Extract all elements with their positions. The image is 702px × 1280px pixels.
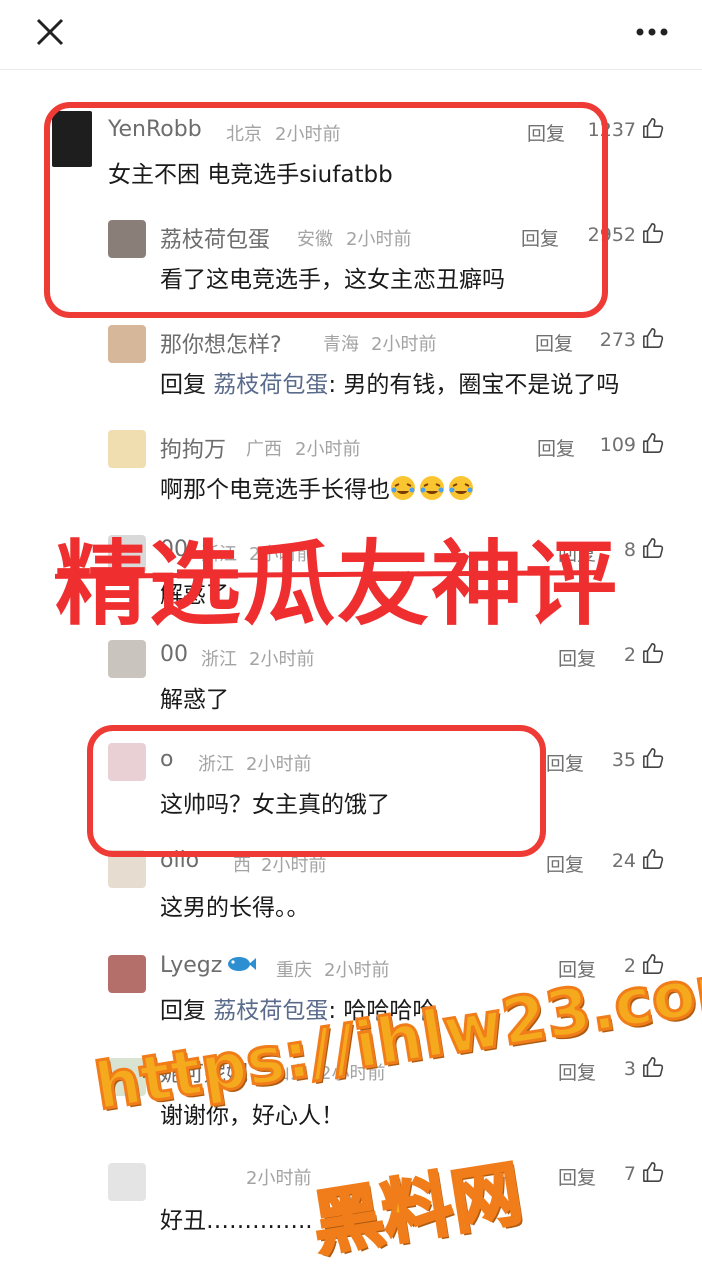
avatar[interactable] xyxy=(108,743,146,781)
comment-body: 啊那个电竞选手长得也 xyxy=(160,477,390,503)
comment-text: 女主不困 电竞选手siufatbb xyxy=(108,162,393,188)
like-count: 3 xyxy=(623,1058,636,1080)
thumbs-up-icon[interactable] xyxy=(642,848,664,870)
thumbs-up-icon[interactable] xyxy=(642,117,664,139)
thumbs-up-icon[interactable] xyxy=(642,432,664,454)
thumbs-up-icon[interactable] xyxy=(642,642,664,664)
reply-item: 拘拘万 广西 2小时前 回复 109 啊那个电竞选手长得也 xyxy=(0,420,702,520)
like-count: 109 xyxy=(599,434,636,456)
comment-location: 浙江 xyxy=(198,754,234,775)
comment-text: 好丑………….. xyxy=(160,1208,313,1234)
thumbs-up-icon[interactable] xyxy=(642,327,664,349)
comment-time: 2小时前 xyxy=(246,1168,312,1189)
reply-button[interactable]: 回复 xyxy=(521,224,559,251)
like-count: 1237 xyxy=(587,119,636,141)
avatar[interactable] xyxy=(108,1163,146,1201)
comment-time: 2小时前 xyxy=(261,855,327,876)
avatar[interactable] xyxy=(108,325,146,363)
comment-location: 北京 xyxy=(226,124,262,145)
mention-link[interactable]: 荔枝荷包蛋 xyxy=(213,372,328,398)
comment-time: 2小时前 xyxy=(346,229,412,250)
reply-button[interactable]: 回复 xyxy=(535,329,573,356)
fish-icon xyxy=(228,957,257,971)
comment-username[interactable]: 拘拘万 xyxy=(160,432,226,464)
reply-prefix: 回复 xyxy=(160,372,214,398)
comment-time: 2小时前 xyxy=(324,960,390,981)
reply-item: ollo 西 2小时前 回复 24 这男的长得。。 xyxy=(0,840,702,940)
comment-text: 解惑了 xyxy=(160,687,229,713)
like-count: 7 xyxy=(623,1163,636,1185)
username-text: Lyegz xyxy=(160,953,223,978)
like-count: 273 xyxy=(599,329,636,351)
crying-laughing-emoji-icon xyxy=(420,476,444,500)
comment-location: 西 xyxy=(233,855,251,876)
thumbs-up-icon[interactable] xyxy=(642,222,664,244)
crying-laughing-emoji-icon xyxy=(391,476,415,500)
comment-time: 2小时前 xyxy=(371,334,437,355)
reply-item: o 浙江 2小时前 回复 35 这帅吗？女主真的饿了 xyxy=(0,735,702,835)
comment-location: 青海 xyxy=(323,334,359,355)
thumbs-up-icon[interactable] xyxy=(642,537,664,559)
avatar[interactable] xyxy=(108,640,146,678)
reply-button[interactable]: 回复 xyxy=(527,119,565,146)
more-icon[interactable] xyxy=(632,20,672,44)
comment-time: 2小时前 xyxy=(249,649,315,670)
reply-item: 荔枝荷包蛋 安徽 2小时前 回复 2952 看了这电竞选手，这女主恋丑癖吗 xyxy=(0,210,702,310)
like-count: 24 xyxy=(611,850,636,872)
comment-username[interactable]: YenRobb xyxy=(108,117,202,142)
close-icon[interactable] xyxy=(30,12,70,52)
comment-text: 这帅吗？女主真的饿了 xyxy=(160,792,390,818)
comment-username[interactable]: ollo xyxy=(160,848,199,873)
comment-time: 2小时前 xyxy=(246,754,312,775)
like-count: 35 xyxy=(611,749,636,771)
avatar[interactable] xyxy=(108,955,146,993)
thumbs-up-icon[interactable] xyxy=(642,1056,664,1078)
avatar[interactable] xyxy=(108,430,146,468)
comment-text: 看了这电竞选手，这女主恋丑癖吗 xyxy=(160,267,505,293)
comment-username[interactable]: 00 xyxy=(160,642,188,667)
comment-time: 2小时前 xyxy=(295,439,361,460)
thumbs-up-icon[interactable] xyxy=(642,747,664,769)
comment-text: 啊那个电竞选手长得也 xyxy=(160,470,477,504)
comment-text: 这男的长得。。 xyxy=(160,895,310,921)
reply-prefix: 回复 xyxy=(160,998,214,1024)
comment-location: 重庆 xyxy=(276,960,312,981)
reply-body: : 男的有钱，圈宝不是说了吗 xyxy=(328,372,620,398)
like-count: 2952 xyxy=(587,224,636,246)
comment-location: 广西 xyxy=(246,439,282,460)
avatar[interactable] xyxy=(108,850,146,888)
avatar[interactable] xyxy=(108,220,146,258)
comment-location: 安徽 xyxy=(297,229,333,250)
thumbs-up-icon[interactable] xyxy=(642,1161,664,1183)
comment-location: 浙江 xyxy=(201,649,237,670)
comment-username[interactable]: 荔枝荷包蛋 xyxy=(160,222,270,254)
reply-item: 00 浙江 2小时前 回复 2 解惑了 xyxy=(0,630,702,730)
comment-username[interactable]: o xyxy=(160,747,173,772)
comment-username[interactable]: 那你想怎样? xyxy=(160,327,282,359)
like-count: 2 xyxy=(623,644,636,666)
comment-time: 2小时前 xyxy=(275,124,341,145)
reply-button[interactable]: 回复 xyxy=(537,434,575,461)
comment-text: 回复 荔枝荷包蛋: 男的有钱，圈宝不是说了吗 xyxy=(160,365,619,399)
avatar[interactable] xyxy=(52,111,92,167)
reply-item: 那你想怎样? 青海 2小时前 回复 273 回复 荔枝荷包蛋: 男的有钱，圈宝不… xyxy=(0,315,702,415)
crying-laughing-emoji-icon xyxy=(449,476,473,500)
comment-item: YenRobb 北京 2小时前 回复 1237 女主不困 电竞选手siufatb… xyxy=(0,105,702,205)
top-bar xyxy=(0,0,702,70)
comment-username[interactable]: Lyegz xyxy=(160,953,257,978)
